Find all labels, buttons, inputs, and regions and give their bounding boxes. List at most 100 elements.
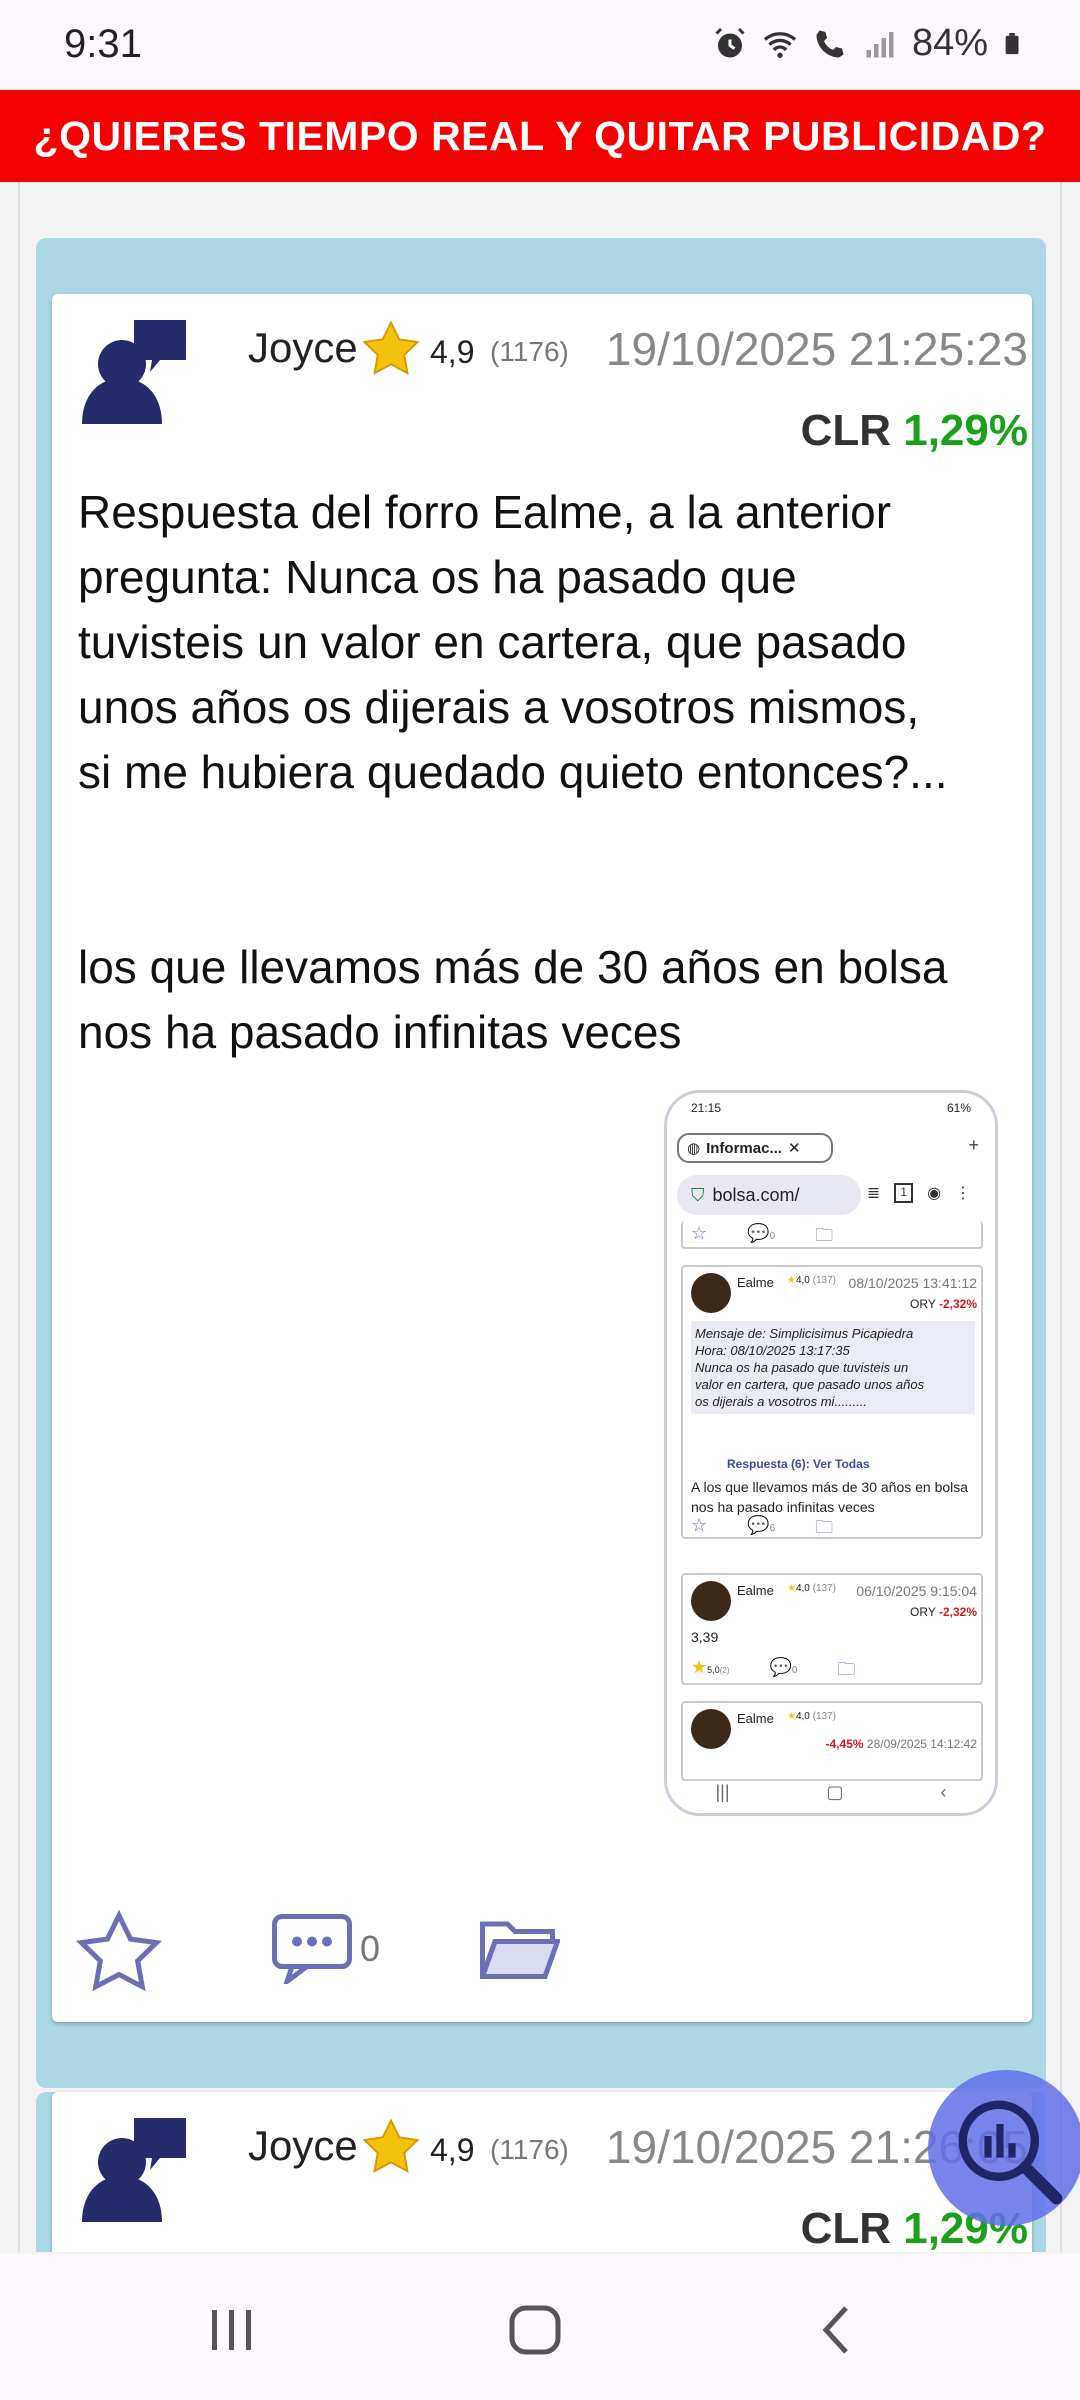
account-icon: ◉ [927, 1185, 942, 1202]
status-bar: 9:31 84% [0, 0, 1080, 88]
thumb-tab-title: Informac... [706, 1139, 782, 1157]
thumb-text: A los que llevamos más de 30 años en bol… [691, 1479, 969, 1515]
post-username[interactable]: Joyce [248, 2122, 358, 2170]
thumb-actions: ☆ 💬6 🗀 [691, 1515, 833, 1545]
thumb-username: Ealme [737, 1275, 774, 1290]
thumb-date: 08/10/2025 13:41:12 [848, 1275, 977, 1291]
thumb-time: 21:15 [691, 1101, 722, 1115]
shield-icon: ⛉ [691, 1184, 705, 1205]
thumb-star-icon: ★ [787, 1711, 796, 1722]
thumb-avatar [691, 1709, 731, 1749]
user-avatar-icon[interactable] [78, 2118, 188, 2222]
user-rating-count: (1176) [490, 336, 569, 367]
thumb-browser-tab: ◍ Informac... ✕ [677, 1133, 833, 1163]
thumb-avatar [691, 1581, 731, 1621]
ticker-change: 1,29% [903, 406, 1028, 455]
post-feed[interactable]: Joyce 4,9 (1176) 19/10/2025 21:25:23 CLR… [18, 182, 1062, 2252]
post-body-line: nos ha pasado infinitas veces [78, 1006, 682, 1058]
rating-star-icon [362, 320, 420, 375]
thumb-quote: Mensaje de: Simplicisimus Picapiedra Hor… [691, 1321, 975, 1414]
status-time: 9:31 [64, 22, 142, 66]
battery-icon [1005, 32, 1019, 54]
thumb-url-icons: ≣ 1 ◉ ⋮ [867, 1183, 971, 1203]
user-rating: 4,9 [430, 334, 475, 370]
rating-star-icon [362, 2118, 420, 2173]
thumb-date: 06/10/2025 9:15:04 [856, 1583, 977, 1599]
attached-screenshot[interactable]: 21:15 61% ◍ Informac... ✕ + ⛉ bolsa.com/… [664, 1090, 998, 1816]
thumb-username: Ealme [737, 1711, 774, 1726]
folder-icon: 🗀 [815, 1517, 834, 1537]
thumb-star-icon: ★ [787, 1583, 796, 1594]
thumb-url-bar: ⛉ bolsa.com/ [677, 1175, 861, 1215]
chart-search-icon [958, 2100, 1063, 2205]
back-icon: ‹ [940, 1782, 947, 1802]
thumb-avatar [691, 1273, 731, 1313]
wifi-call-icon [816, 30, 844, 57]
thumb-star-icon: ★ [787, 1275, 796, 1286]
post-username[interactable]: Joyce [248, 324, 358, 372]
recents-button[interactable] [202, 2300, 262, 2360]
signal-icon [866, 31, 894, 57]
star-icon: ★5,0(2) [691, 1657, 730, 1677]
post-body-line: pregunta: Nunca os ha pasado que [78, 551, 797, 603]
thumb-card: Ealme ★4,0 (137) 06/10/2025 9:15:04 ORY … [681, 1573, 983, 1685]
folder-icon: 🗀 [837, 1659, 856, 1679]
favorite-star-icon[interactable] [76, 1910, 162, 1996]
post-body: Respuesta del forro Ealme, a la anterior… [78, 480, 1018, 1065]
post-ticker[interactable]: CLR 1,29% [801, 406, 1028, 456]
recents-icon: ||| [715, 1782, 730, 1802]
battery-percent: 84% [911, 22, 988, 64]
folder-icon[interactable] [480, 1916, 560, 1982]
star-icon: ☆ [691, 1223, 708, 1243]
ticker-symbol: CLR [800, 406, 891, 455]
star-icon: ☆ [691, 1515, 708, 1535]
post-body-line: tuvisteis un valor en cartera, que pasad… [78, 616, 907, 668]
more-icon: ⋮ [955, 1185, 972, 1202]
thumb-card-top: ☆ 💬0 🗀 [681, 1221, 983, 1249]
wifi-icon [763, 31, 797, 58]
thumb-reply-link: Respuesta (6): Ver Todas [727, 1457, 870, 1471]
analysis-search-button[interactable] [928, 2070, 1080, 2226]
post-body-line: los que llevamos más de 30 años en bolsa [78, 941, 948, 993]
thumb-ticker: ORY -2,32% [910, 1297, 977, 1311]
post-body-line: Respuesta del forro Ealme, a la anterior [78, 486, 892, 538]
post-body-line: si me hubiera quedado quieto entonces?..… [78, 746, 948, 798]
globe-icon: ◍ [687, 1140, 701, 1157]
comment-icon: 💬6 [747, 1515, 776, 1535]
post-card: Joyce 4,9 (1176) 19/10/2025 21:26:05 CLR… [52, 2092, 1032, 2252]
post-body-line [78, 805, 1018, 870]
thumb-ticker: ORY -2,32% [910, 1605, 977, 1619]
reader-icon: ≣ [867, 1185, 881, 1202]
thumb-rating: ★4,0 (137) [787, 1583, 837, 1594]
alarm-icon [715, 27, 745, 57]
thumb-ticker: -4,45% 28/09/2025 14:12:42 [825, 1737, 977, 1751]
folder-icon: 🗀 [815, 1225, 834, 1245]
comment-icon[interactable] [272, 1914, 352, 1984]
home-icon: ▢ [826, 1782, 844, 1802]
thumb-rating: ★4,0 (137) [787, 1275, 837, 1286]
post-card: Joyce 4,9 (1176) 19/10/2025 21:25:23 CLR… [52, 294, 1032, 2022]
user-avatar-icon[interactable] [78, 320, 188, 424]
comment-icon: 💬0 [769, 1657, 798, 1677]
promo-banner-text: ¿QUIERES TIEMPO REAL Y QUITAR PUBLICIDAD… [33, 112, 1047, 159]
post-date: 19/10/2025 21:25:23 [605, 323, 1028, 375]
user-rating-count: (1176) [490, 2134, 569, 2165]
post-body-line: unos años os dijerais a vosotros mismos, [78, 681, 920, 733]
plus-icon: + [968, 1135, 979, 1155]
thumb-tab-count: 1 [894, 1183, 914, 1203]
thumb-actions: ☆ 💬0 🗀 [691, 1223, 833, 1253]
home-button[interactable] [506, 2300, 566, 2360]
comment-icon: 💬0 [747, 1223, 776, 1243]
thumb-card: Ealme ★4,0 (137) -4,45% 28/09/2025 14:12… [681, 1701, 983, 1781]
ticker-symbol: CLR [800, 2204, 891, 2252]
close-icon: ✕ [787, 1140, 801, 1157]
promo-banner[interactable]: ¿QUIERES TIEMPO REAL Y QUITAR PUBLICIDAD… [0, 90, 1080, 182]
back-button[interactable] [808, 2300, 868, 2360]
status-icons: 84% [712, 22, 1024, 65]
thumb-rating: ★4,0 (137) [787, 1711, 837, 1722]
thumb-nav-bar: ||| ▢ ‹ [667, 1782, 995, 1803]
user-rating: 4,9 [430, 2132, 475, 2168]
thumb-battery: 61% [946, 1101, 971, 1115]
thumb-actions: ★5,0(2) 💬0 🗀 [691, 1657, 855, 1687]
post-body-line [78, 870, 1018, 935]
